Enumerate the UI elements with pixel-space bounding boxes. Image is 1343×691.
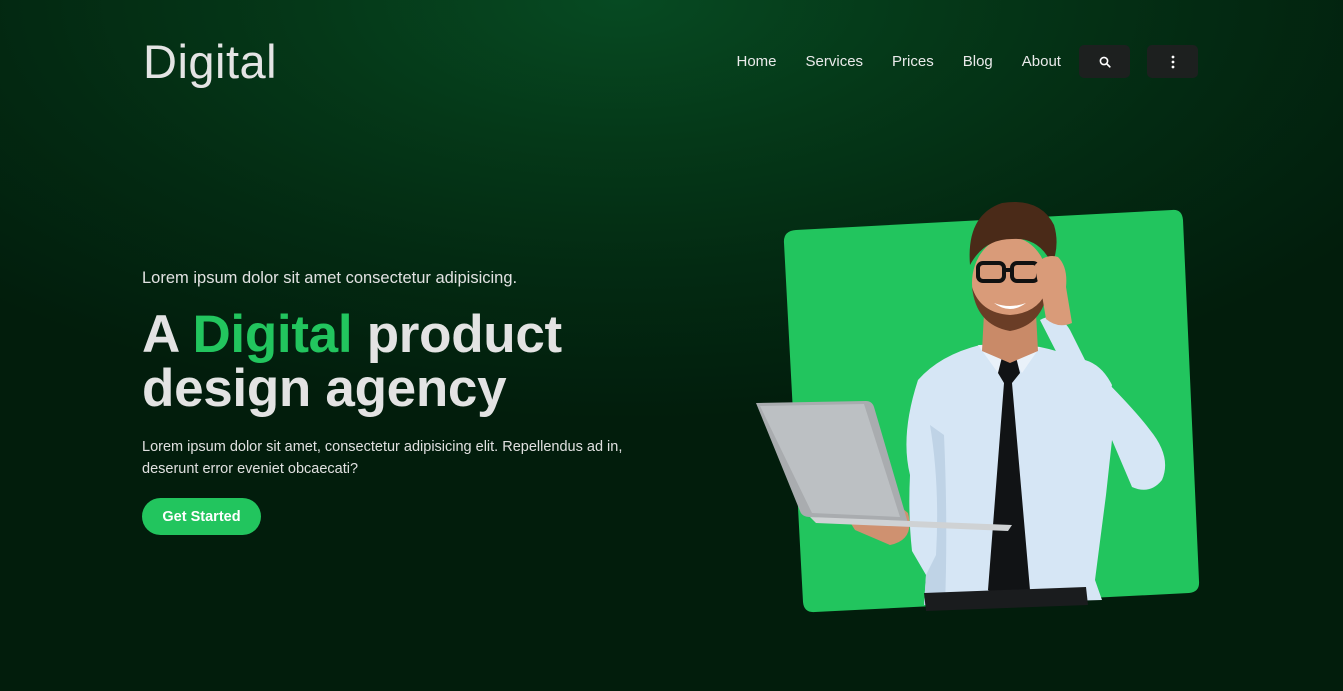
menu-button[interactable] [1147, 45, 1199, 78]
headline-suffix: product [352, 305, 562, 364]
hero-kicker: Lorem ipsum dolor sit amet consectetur a… [142, 269, 518, 287]
hero-headline: A Digital product design agency [142, 308, 562, 416]
main-nav: Home Services Prices Blog About [722, 45, 1199, 78]
nav-link-about[interactable]: About [1007, 45, 1075, 78]
nav-link-home[interactable]: Home [722, 45, 791, 78]
hero-illustration [756, 201, 1200, 613]
more-vertical-icon [1171, 55, 1175, 68]
search-button[interactable] [1079, 45, 1131, 78]
headline-accent: Digital [192, 305, 353, 364]
headline-prefix: A [142, 305, 193, 364]
headline-line2: design agency [142, 359, 507, 418]
get-started-button[interactable]: Get Started [142, 498, 261, 535]
hero-description: Lorem ipsum dolor sit amet, consectetur … [142, 439, 623, 477]
site-logo[interactable]: Digital [143, 34, 277, 89]
search-icon [1099, 56, 1111, 68]
nav-link-prices[interactable]: Prices [878, 45, 949, 78]
nav-link-services[interactable]: Services [791, 45, 878, 78]
nav-link-blog[interactable]: Blog [948, 45, 1007, 78]
